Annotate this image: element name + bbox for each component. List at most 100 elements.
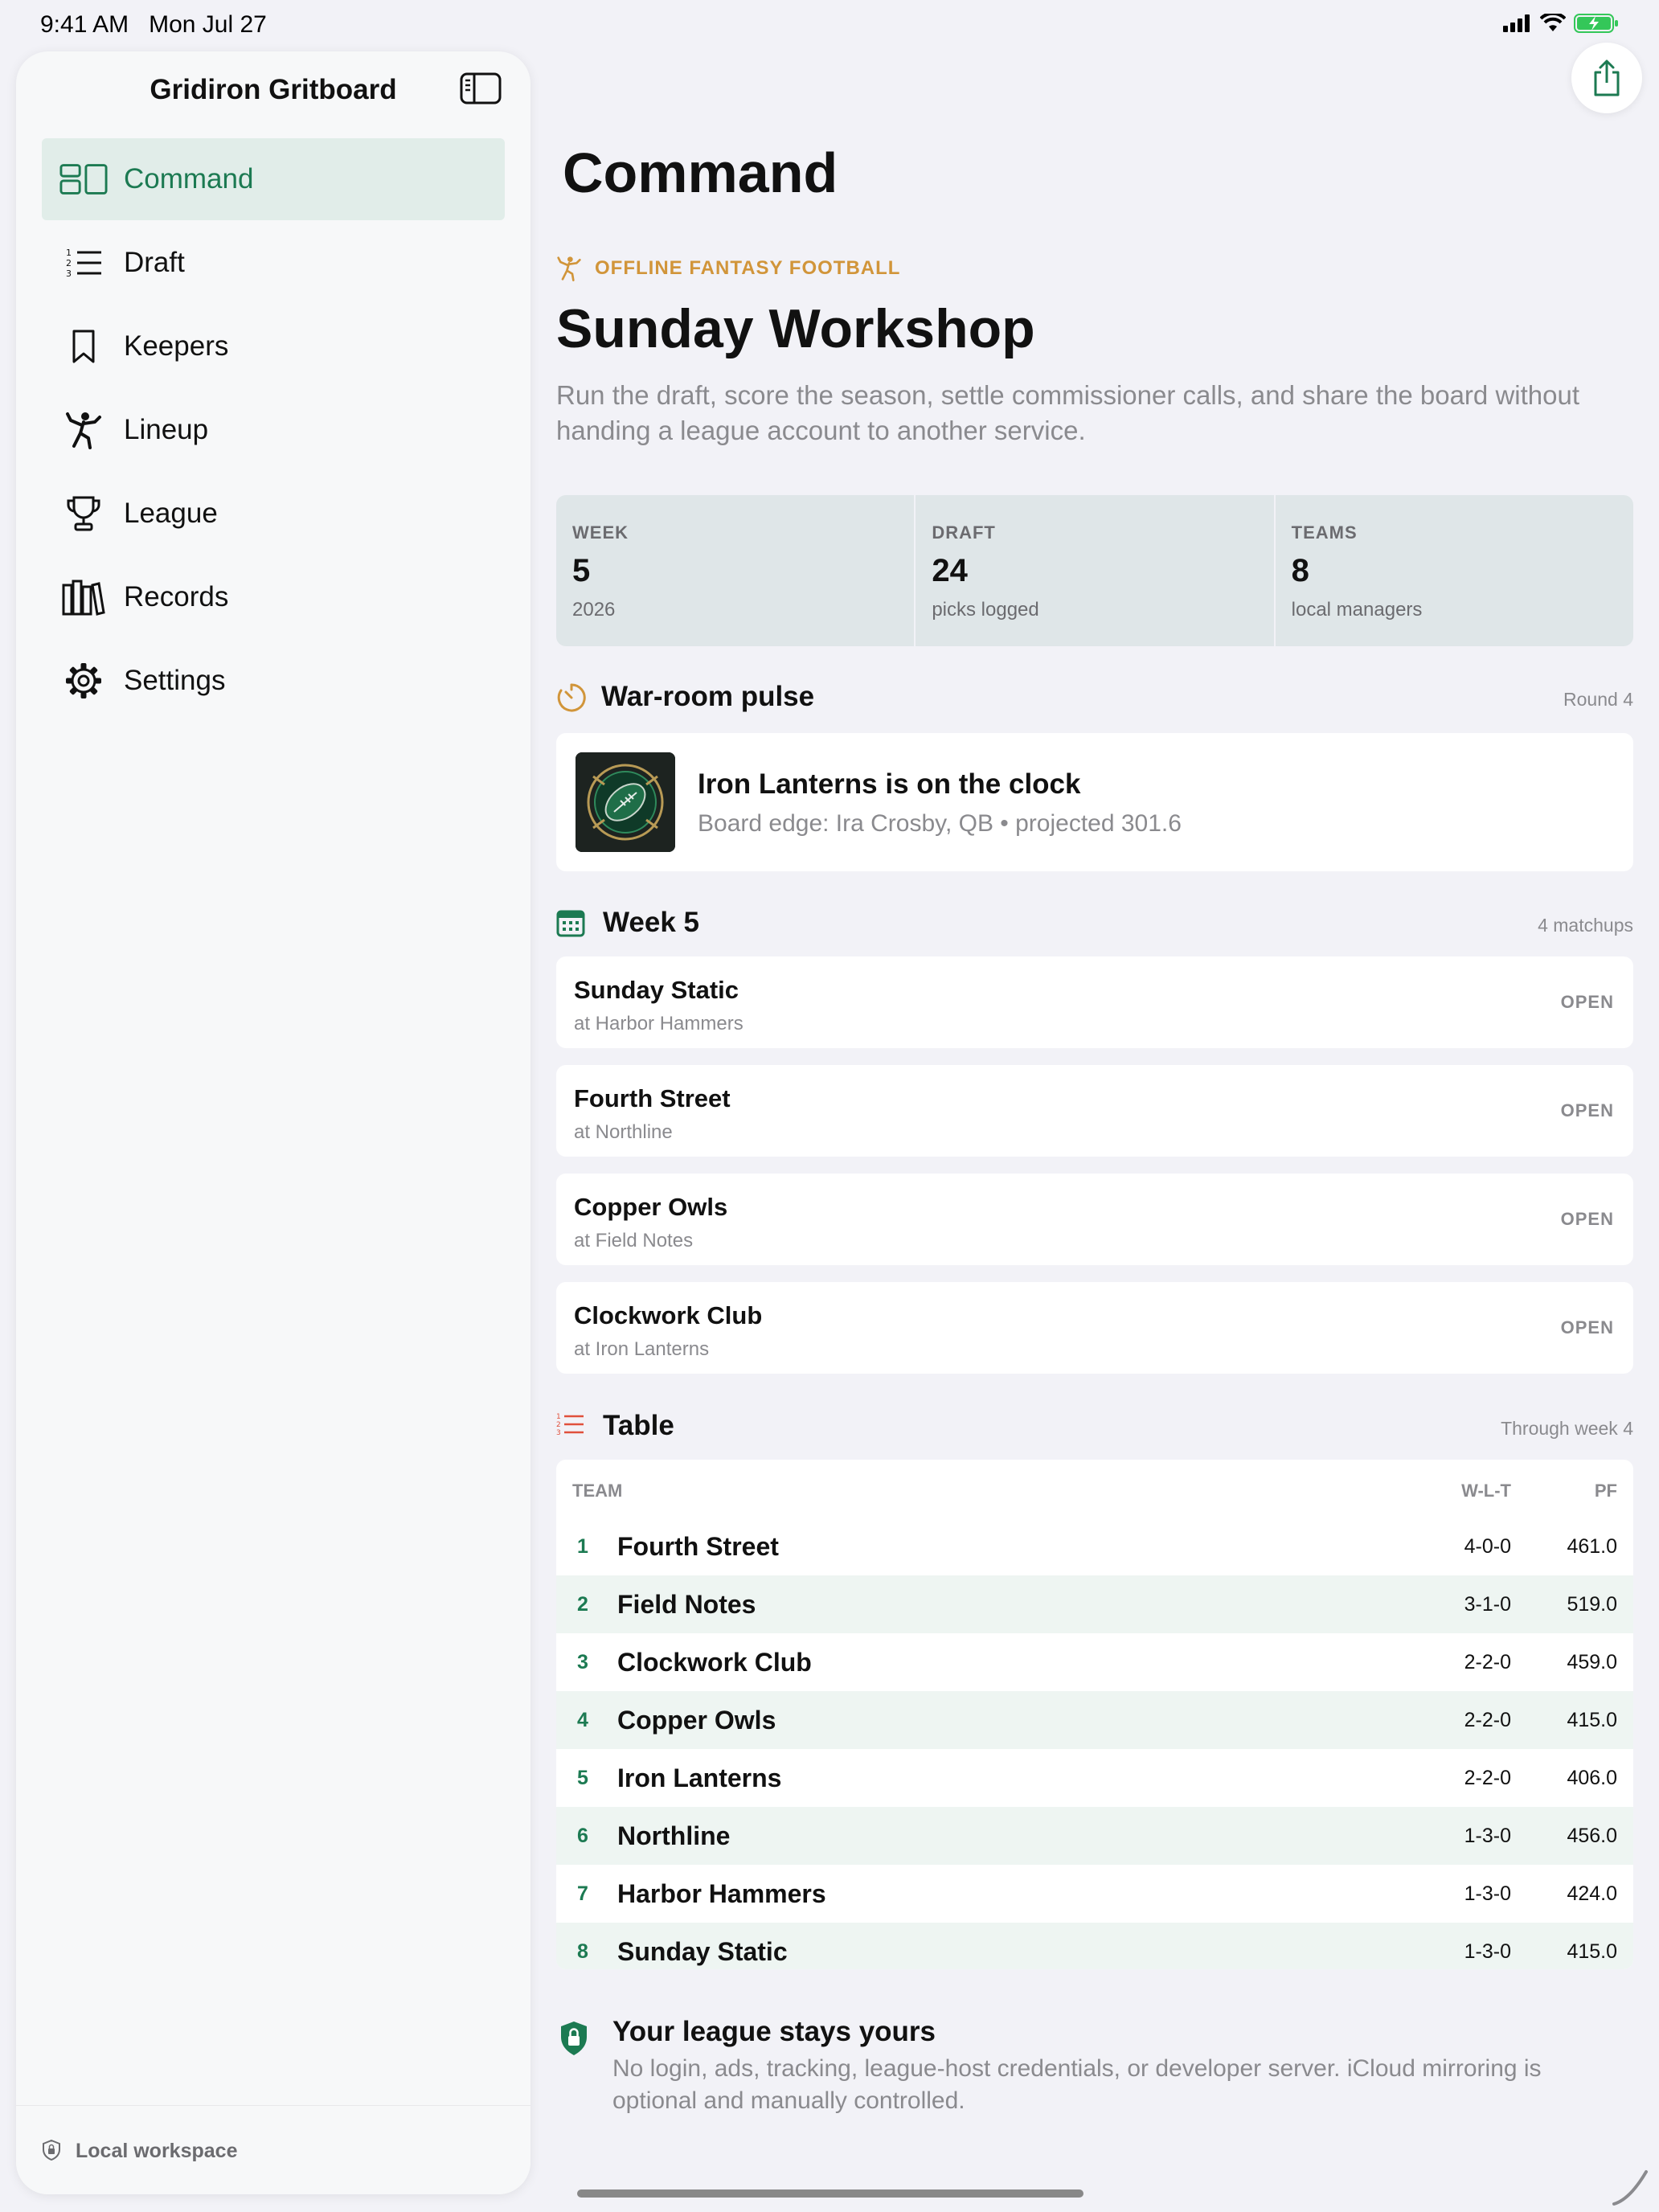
sidebar-item-label: Keepers xyxy=(124,330,229,362)
stat-key: WEEK xyxy=(572,522,629,543)
standings-table: TEAM W-L-T PF 1 Fourth Street 4-0-0 461.… xyxy=(556,1460,1633,1969)
home-indicator[interactable] xyxy=(577,2189,1083,2198)
matchup-team: Copper Owls xyxy=(574,1193,728,1221)
share-icon xyxy=(1594,59,1620,96)
record: 4-0-0 xyxy=(1464,1535,1511,1558)
wifi-icon xyxy=(1540,14,1566,31)
team-name: Sunday Static xyxy=(617,1937,788,1966)
sidebar-item-label: Records xyxy=(124,581,229,612)
record: 2-2-0 xyxy=(1464,1651,1511,1673)
gear-icon xyxy=(59,661,108,701)
stat-draft: DRAFT 24 picks logged xyxy=(914,495,1273,646)
table-row[interactable]: 3 Clockwork Club 2-2-0 459.0 xyxy=(556,1633,1633,1691)
sidebar-item-label: Draft xyxy=(124,247,185,278)
sidebar-toggle-icon xyxy=(460,72,502,104)
sidebar-item-league[interactable]: League xyxy=(42,473,505,555)
privacy-description: No login, ads, tracking, league-host cre… xyxy=(612,2055,1542,2114)
record: 3-1-0 xyxy=(1464,1593,1511,1616)
calendar-icon xyxy=(556,908,585,941)
matchup-team: Fourth Street xyxy=(574,1084,731,1112)
stat-value: 8 xyxy=(1291,553,1309,588)
column-header-team: TEAM xyxy=(572,1481,623,1501)
sidebar-item-label: Command xyxy=(124,163,254,195)
table-row[interactable]: 8 Sunday Static 1-3-0 415.0 xyxy=(556,1923,1633,1969)
sidebar: Gridiron Gritboard Command 1 2 3 Draft K… xyxy=(16,51,530,2194)
record: 1-3-0 xyxy=(1464,1940,1511,1963)
points-for: 415.0 xyxy=(1567,1940,1617,1963)
player-throwing-icon xyxy=(557,256,581,281)
record: 2-2-0 xyxy=(1464,1767,1511,1789)
points-for: 424.0 xyxy=(1567,1882,1617,1905)
section-title: Table xyxy=(603,1410,674,1441)
record: 1-3-0 xyxy=(1464,1882,1511,1905)
matchup-status: OPEN xyxy=(1560,1317,1614,1337)
list-icon: 1 2 3 xyxy=(556,1411,585,1441)
table-row[interactable]: 2 Field Notes 3-1-0 519.0 xyxy=(556,1575,1633,1633)
matchup-opponent: at Iron Lanterns xyxy=(574,1338,710,1360)
hero-title: Sunday Workshop xyxy=(556,298,1035,359)
sidebar-item-draft[interactable]: 1 2 3 Draft xyxy=(42,222,505,304)
matchup-team: Sunday Static xyxy=(574,976,739,1004)
battery-charging-icon xyxy=(1574,14,1618,33)
svg-text:2: 2 xyxy=(66,258,72,268)
stat-value: 5 xyxy=(572,553,591,588)
table-row[interactable]: 7 Harbor Hammers 1-3-0 424.0 xyxy=(556,1865,1633,1923)
svg-text:3: 3 xyxy=(556,1429,561,1437)
stat-value: 24 xyxy=(932,553,968,588)
stat-week: WEEK 5 2026 xyxy=(556,495,914,646)
cellular-signal-icon xyxy=(1503,14,1530,32)
sidebar-item-command[interactable]: Command xyxy=(42,138,505,220)
table-row[interactable]: 5 Iron Lanterns 2-2-0 406.0 xyxy=(556,1749,1633,1807)
table-row[interactable]: 1 Fourth Street 4-0-0 461.0 xyxy=(556,1518,1633,1575)
rank: 5 xyxy=(577,1767,588,1789)
bookmark-icon xyxy=(59,326,108,367)
kicker-label: OFFLINE FANTASY FOOTBALL xyxy=(595,257,901,279)
lock-shield-icon xyxy=(559,2021,588,2060)
team-name: Field Notes xyxy=(617,1590,756,1619)
rank: 6 xyxy=(577,1825,588,1847)
team-name: Clockwork Club xyxy=(617,1648,812,1677)
books-icon xyxy=(59,577,108,617)
pencil-indicator-icon xyxy=(1612,2170,1648,2206)
kicker: OFFLINE FANTASY FOOTBALL xyxy=(556,256,900,281)
table-row[interactable]: 4 Copper Owls 2-2-0 415.0 xyxy=(556,1691,1633,1749)
svg-text:2: 2 xyxy=(556,1421,561,1429)
pulse-card-title: Iron Lanterns is on the clock xyxy=(698,768,1081,800)
matchup-card[interactable]: Sunday Static at Harbor Hammers OPEN xyxy=(556,956,1633,1048)
rank: 2 xyxy=(577,1593,588,1616)
privacy-title: Your league stays yours xyxy=(612,2016,936,2047)
rank: 1 xyxy=(577,1535,588,1558)
sidebar-nav: Command 1 2 3 Draft Keepers Lineup Leagu… xyxy=(42,138,505,723)
on-the-clock-card[interactable]: Iron Lanterns is on the clock Board edge… xyxy=(556,733,1633,871)
matchup-opponent: at Harbor Hammers xyxy=(574,1013,743,1034)
sidebar-toggle-button[interactable] xyxy=(460,71,502,106)
status-bar: 9:41 AM Mon Jul 27 xyxy=(0,0,1659,51)
numbered-list-icon: 1 2 3 xyxy=(59,243,108,283)
pulse-card-subtitle: Board edge: Ira Crosby, QB • projected 3… xyxy=(698,810,1182,837)
svg-text:3: 3 xyxy=(66,268,72,279)
player-throwing-icon xyxy=(59,410,108,450)
matchup-status: OPEN xyxy=(1560,1209,1614,1229)
stat-sub: picks logged xyxy=(932,599,1039,621)
sidebar-item-label: Settings xyxy=(124,665,226,696)
sidebar-item-records[interactable]: Records xyxy=(42,556,505,638)
sidebar-footer: Local workspace xyxy=(16,2105,530,2194)
matchup-card[interactable]: Clockwork Club at Iron Lanterns OPEN xyxy=(556,1282,1633,1374)
team-name: Copper Owls xyxy=(617,1706,776,1735)
sidebar-item-keepers[interactable]: Keepers xyxy=(42,305,505,387)
matchup-card[interactable]: Fourth Street at Northline OPEN xyxy=(556,1065,1633,1157)
share-button[interactable] xyxy=(1571,43,1642,113)
matchup-card[interactable]: Copper Owls at Field Notes OPEN xyxy=(556,1174,1633,1265)
sidebar-item-settings[interactable]: Settings xyxy=(42,640,505,722)
points-for: 415.0 xyxy=(1567,1709,1617,1731)
table-row[interactable]: 6 Northline 1-3-0 456.0 xyxy=(556,1807,1633,1865)
hero-description: Run the draft, score the season, settle … xyxy=(556,380,1579,445)
sidebar-item-lineup[interactable]: Lineup xyxy=(42,389,505,471)
app-title: Gridiron Gritboard xyxy=(150,74,397,105)
sidebar-item-label: Lineup xyxy=(124,414,209,445)
timer-icon xyxy=(556,682,587,717)
status-time: 9:41 AM Mon Jul 27 xyxy=(40,11,267,38)
svg-text:1: 1 xyxy=(556,1413,561,1421)
record: 1-3-0 xyxy=(1464,1825,1511,1847)
page-title: Command xyxy=(563,141,838,204)
